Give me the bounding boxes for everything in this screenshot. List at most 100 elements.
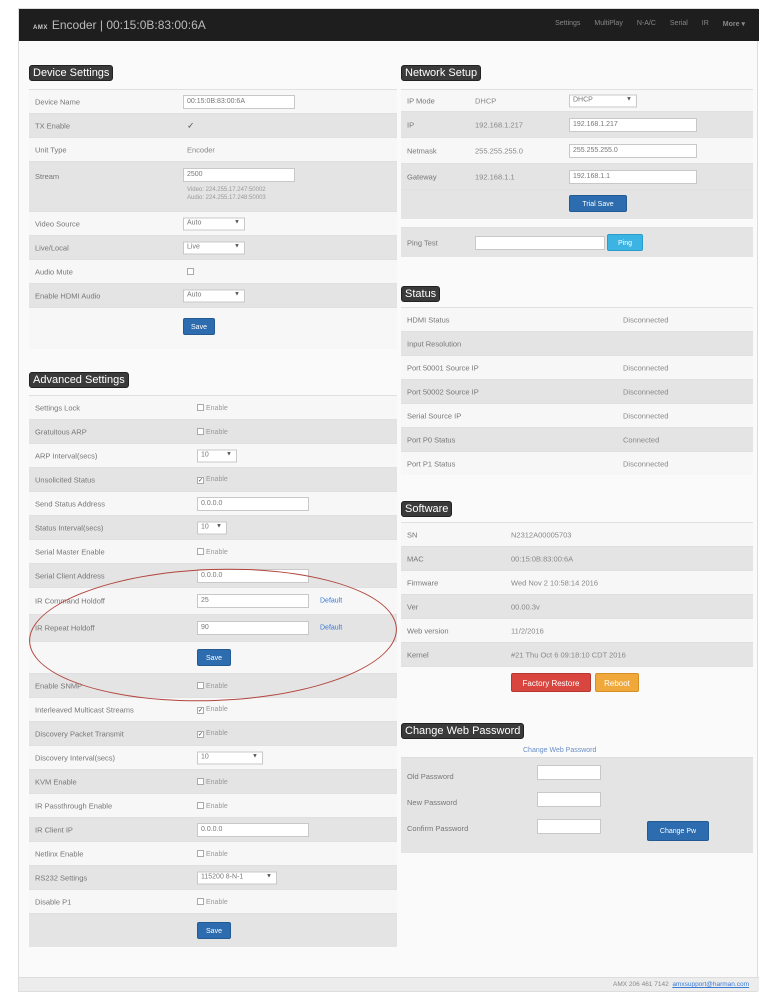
old-password-label: Old Password <box>407 772 454 781</box>
serial-master-checkbox[interactable]: Enable <box>197 547 228 556</box>
send-status-address-row: Send Status Address 0.0.0.0 <box>29 491 397 515</box>
rs232-row: RS232 Settings 115200 8-N-1 ▼ <box>29 865 397 889</box>
ip-row: IP 192.168.1.217 192.168.1.217 <box>401 111 753 137</box>
ir-client-ip-input[interactable]: 0.0.0.0 <box>197 822 309 837</box>
nav-more-dropdown[interactable]: More ▾ <box>723 20 745 28</box>
status-row: Serial Source IP Disconnected <box>401 403 753 427</box>
gratuitous-arp-checkbox[interactable]: Enable <box>197 427 228 436</box>
change-password-panel: Old Password New Password Confirm Passwo… <box>401 757 753 853</box>
status-row: Port P0 Status Connected <box>401 427 753 451</box>
unsolicited-status-checkbox[interactable]: ✓ Enable <box>197 476 228 484</box>
nav-settings[interactable]: Settings <box>555 20 580 28</box>
status-row: Port 50002 Source IP Disconnected <box>401 379 753 403</box>
hdmi-audio-row: Enable HDMI Audio Auto ▼ <box>29 283 397 307</box>
ping-test-input[interactable] <box>475 235 605 250</box>
change-pw-button[interactable]: Change Pw <box>647 821 709 841</box>
live-local-select[interactable]: Live ▼ <box>183 241 245 254</box>
interleaved-checkbox[interactable]: ✓ Enable <box>197 706 228 714</box>
kvm-enable-checkbox[interactable]: Enable <box>197 777 228 786</box>
footer: AMX 206 461 7142 amxsupport@harman.com <box>19 977 759 991</box>
ir-passthrough-label: IR Passthrough Enable <box>35 801 113 810</box>
device-save-button[interactable]: Save <box>183 318 215 335</box>
status-row: Port P1 Status Disconnected <box>401 451 753 475</box>
ip-input[interactable]: 192.168.1.217 <box>569 117 697 132</box>
software-panel: SN N2312A00005703 MAC 00:15:0B:83:00:6A … <box>401 522 753 696</box>
status-row-label: Port P0 Status <box>407 435 456 444</box>
discovery-transmit-checkbox[interactable]: ✓ Enable <box>197 730 228 738</box>
software-row: SN N2312A00005703 <box>401 522 753 546</box>
ir-passthrough-checkbox[interactable]: Enable <box>197 801 228 810</box>
nav-more-label: More <box>722 21 740 28</box>
caret-down-icon: ▾ <box>741 21 745 28</box>
nav-links: Settings MultiPlay N-A/C Serial IR More … <box>555 20 745 28</box>
ir-client-ip-row: IR Client IP 0.0.0.0 <box>29 817 397 841</box>
nav-ir[interactable]: IR <box>702 20 709 28</box>
netmask-row: Netmask 255.255.255.0 255.255.255.0 <box>401 137 753 163</box>
disable-p1-checkbox[interactable]: Enable <box>197 897 228 906</box>
nav-nac[interactable]: N-A/C <box>637 20 656 28</box>
status-row-value: Disconnected <box>623 387 669 396</box>
device-settings-panel: Device Name 00:15:0B:83:00:6A TX Enable … <box>29 89 397 349</box>
video-source-select[interactable]: Auto ▼ <box>183 217 245 230</box>
netmask-input[interactable]: 255.255.255.0 <box>569 143 697 158</box>
change-password-subtitle: Change Web Password <box>523 747 597 754</box>
live-local-label: Live/Local <box>35 243 69 252</box>
netlinx-enable-checkbox[interactable]: Enable <box>197 849 228 858</box>
ping-button[interactable]: Ping <box>607 234 643 251</box>
nav-serial[interactable]: Serial <box>670 20 688 28</box>
ip-label: IP <box>407 120 415 129</box>
settings-lock-checkbox[interactable]: Enable <box>197 403 228 412</box>
brand[interactable]: AMX Encoder | 00:15:0B:83:00:6A <box>33 18 206 32</box>
video-source-label: Video Source <box>35 219 80 228</box>
factory-restore-button[interactable]: Factory Restore <box>511 673 591 692</box>
new-password-input[interactable] <box>537 792 601 807</box>
ip-mode-label: IP Mode <box>407 96 435 105</box>
stream-video-address: Video: 224.255.17.247:50002 <box>187 187 266 193</box>
stream-input[interactable]: 2500 <box>183 168 295 182</box>
caret-down-icon: ▼ <box>234 243 240 249</box>
advanced-save2-button[interactable]: Save <box>197 922 231 939</box>
status-row: Port 50001 Source IP Disconnected <box>401 355 753 379</box>
tx-enable-checkbox[interactable]: ✓ <box>187 120 195 131</box>
footer-email-link[interactable]: amxsupport@harman.com <box>672 981 749 988</box>
device-name-input[interactable]: 00:15:0B:83:00:6A <box>183 94 295 109</box>
status-row-label: HDMI Status <box>407 315 450 324</box>
netmask-value: 255.255.255.0 <box>475 146 523 155</box>
status-panel: HDMI Status Disconnected Input Resolutio… <box>401 307 753 475</box>
status-row: Input Resolution <box>401 331 753 355</box>
status-row-value: Disconnected <box>623 459 669 468</box>
confirm-password-input[interactable] <box>537 819 601 834</box>
network-setup-title: Network Setup <box>401 65 482 81</box>
send-status-address-input[interactable]: 0.0.0.0 <box>197 496 309 511</box>
gateway-input[interactable]: 192.168.1.1 <box>569 169 697 184</box>
old-password-input[interactable] <box>537 765 601 780</box>
software-row: Firmware Wed Nov 2 10:58:14 2016 <box>401 570 753 594</box>
hdmi-audio-select[interactable]: Auto ▼ <box>183 289 245 302</box>
arp-interval-select[interactable]: 10 ▼ <box>197 449 237 462</box>
disable-p1-row: Disable P1 Enable <box>29 889 397 913</box>
audio-mute-checkbox[interactable] <box>187 267 196 276</box>
hdmi-audio-value: Auto <box>187 291 202 298</box>
discovery-interval-select[interactable]: 10 ▼ <box>197 751 263 764</box>
arp-interval-label: ARP Interval(secs) <box>35 451 98 460</box>
nav-multiplay[interactable]: MultiPlay <box>594 20 622 28</box>
ping-test-row: Ping Test Ping <box>401 227 753 257</box>
reboot-button[interactable]: Reboot <box>595 673 639 692</box>
status-row-value: Disconnected <box>623 411 669 420</box>
status-interval-select[interactable]: 10 ▼ <box>197 521 227 534</box>
arp-interval-row: ARP Interval(secs) 10 ▼ <box>29 443 397 467</box>
gratuitous-arp-label: Gratuitous ARP <box>35 427 87 436</box>
software-row: Web version 11/2/2016 <box>401 618 753 642</box>
footer-text: AMX 206 461 7142 amxsupport@harman.com <box>613 981 749 988</box>
caret-down-icon: ▼ <box>234 219 240 225</box>
status-row-label: Input Resolution <box>407 339 462 348</box>
ir-passthrough-row: IR Passthrough Enable Enable <box>29 793 397 817</box>
stream-row: Stream 2500 Video: 224.255.17.247:50002 … <box>29 161 397 211</box>
video-source-row: Video Source Auto ▼ <box>29 211 397 235</box>
ir-client-ip-label: IR Client IP <box>35 825 73 834</box>
rs232-select[interactable]: 115200 8-N-1 ▼ <box>197 871 277 884</box>
software-row-label: SN <box>407 530 418 539</box>
ip-mode-select[interactable]: DHCP ▼ <box>569 94 637 107</box>
trial-save-button[interactable]: Trial Save <box>569 195 627 212</box>
new-password-label: New Password <box>407 798 458 807</box>
